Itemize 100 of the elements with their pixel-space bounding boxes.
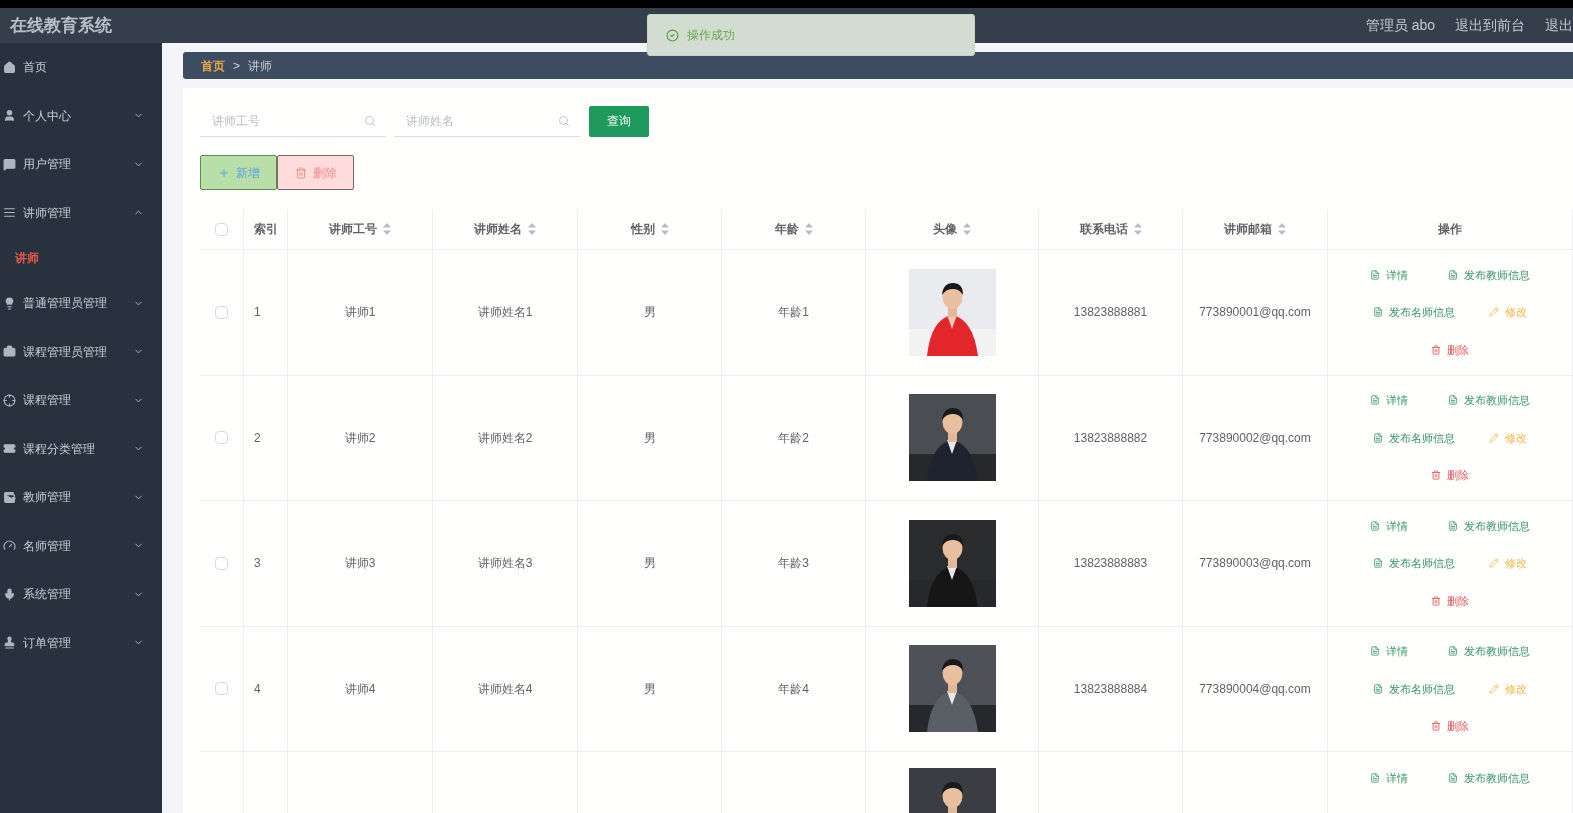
sort-icon[interactable]	[528, 223, 536, 235]
breadcrumb-link[interactable]: 首页	[201, 56, 225, 75]
row-action-link[interactable]: 详情	[1370, 266, 1408, 283]
crosshair-icon	[3, 393, 16, 407]
document-icon	[1373, 307, 1383, 318]
row-checkbox[interactable]	[215, 222, 228, 236]
sidebar-item[interactable]: 课程分类管理	[0, 424, 162, 473]
row-action-link[interactable]: 发布教师信息	[1448, 517, 1530, 534]
table-cell-text: 13823888883	[1073, 555, 1148, 573]
breadcrumb-current: 讲师	[248, 57, 272, 75]
briefcase-icon	[3, 345, 16, 359]
table-cell-text: 年龄3	[778, 555, 809, 573]
toast-message: 操作成功	[687, 27, 735, 44]
microphone-icon	[3, 587, 16, 601]
logout-link[interactable]: 退出到前台	[1455, 15, 1525, 36]
pencil-icon	[1489, 558, 1499, 569]
sidebar-item[interactable]: 讲师管理	[0, 188, 162, 237]
column-header[interactable]: 讲师工号	[329, 220, 391, 238]
document-icon	[1370, 646, 1380, 657]
table-cell-text: 4	[254, 680, 261, 698]
row-action-link[interactable]: 详情	[1370, 392, 1408, 409]
table-cell-text: 讲师1	[344, 304, 376, 322]
sidebar-item[interactable]: 课程管理	[0, 376, 162, 425]
plus-icon	[217, 166, 230, 179]
search-field[interactable]: 讲师姓名	[394, 105, 580, 137]
row-checkbox[interactable]	[215, 682, 228, 696]
sort-icon[interactable]	[1133, 223, 1142, 235]
pencil-icon	[1489, 432, 1499, 443]
sidebar-item[interactable]: 用户管理	[0, 140, 162, 189]
table-cell-text: 讲师3	[344, 555, 376, 573]
document-icon	[1373, 432, 1383, 443]
logout-link[interactable]: 退出	[1545, 15, 1573, 36]
table-cell-text: 13823888881	[1073, 304, 1148, 322]
sort-icon[interactable]	[963, 223, 971, 235]
table-cell-text: 773890004@qq.com	[1199, 680, 1311, 698]
sidebar-item[interactable]: 首页	[0, 43, 162, 92]
table-cell-text: 3	[254, 555, 261, 573]
row-action-link[interactable]: 详情	[1370, 517, 1408, 534]
row-action-link[interactable]: 发布名师信息	[1373, 304, 1455, 321]
sidebar-item[interactable]: 订单管理	[0, 618, 162, 667]
row-action-link[interactable]: 发布教师信息	[1448, 770, 1530, 787]
document-icon	[1373, 558, 1383, 569]
column-header[interactable]: 联系电话	[1079, 220, 1142, 238]
trash-icon	[1431, 595, 1441, 606]
row-checkbox[interactable]	[215, 431, 228, 445]
user-label: 管理员 abo	[1365, 16, 1435, 35]
table-cell-text: 1	[254, 304, 261, 322]
row-checkbox[interactable]	[215, 556, 228, 570]
sort-icon[interactable]	[1278, 223, 1286, 235]
sort-icon[interactable]	[660, 223, 669, 235]
row-action-link[interactable]: 删除	[1431, 592, 1469, 609]
trash-icon	[1431, 721, 1441, 732]
sidebar-item[interactable]: 个人中心	[0, 91, 162, 140]
row-action-link[interactable]: 发布名师信息	[1373, 555, 1455, 572]
column-header[interactable]: 讲师姓名	[474, 220, 536, 238]
document-icon	[1370, 773, 1380, 784]
column-header[interactable]: 年龄	[774, 220, 813, 238]
gauge-icon	[3, 539, 16, 553]
query-button[interactable]: 查询	[589, 105, 649, 137]
table-cell-text: 2	[254, 429, 261, 447]
sidebar-item[interactable]: 普通管理员管理	[0, 279, 162, 328]
row-action-link[interactable]: 发布名师信息	[1373, 429, 1455, 446]
document-icon	[1448, 395, 1458, 406]
row-action-link[interactable]: 发布名师信息	[1373, 680, 1455, 697]
row-action-link[interactable]: 删除	[1431, 341, 1469, 358]
row-action-link[interactable]: 删除	[1431, 718, 1469, 735]
document-icon	[1448, 520, 1458, 531]
column-header[interactable]: 性别	[630, 220, 669, 238]
table-cell-text: 男	[643, 555, 656, 573]
row-checkbox[interactable]	[215, 305, 228, 319]
sort-icon[interactable]	[383, 223, 391, 235]
row-action-link[interactable]: 发布教师信息	[1448, 266, 1530, 283]
sidebar-item[interactable]: 系统管理	[0, 570, 162, 619]
table-cell-text: 773890002@qq.com	[1199, 429, 1311, 447]
breadcrumb-separator: >	[233, 57, 240, 75]
table-cell-text: 13823888884	[1073, 680, 1148, 698]
row-action-link[interactable]: 发布教师信息	[1448, 643, 1530, 660]
trash-icon	[1431, 344, 1441, 355]
search-field[interactable]: 讲师工号	[200, 105, 386, 137]
sidebar-item[interactable]: 名师管理	[0, 521, 162, 570]
stamp-icon	[3, 636, 16, 650]
column-header[interactable]: 讲师邮箱	[1224, 220, 1286, 238]
sidebar-subitem[interactable]: 讲师	[0, 237, 162, 279]
column-header[interactable]: 头像	[933, 220, 971, 238]
document-icon	[1448, 773, 1458, 784]
table-cell-text: 男	[643, 304, 656, 322]
sort-icon[interactable]	[804, 223, 813, 235]
table-cell-text: 年龄1	[778, 304, 809, 322]
table-cell-text: 讲师姓名1	[477, 304, 533, 322]
sidebar-item[interactable]: 课程管理员管理	[0, 327, 162, 376]
document-icon	[1370, 520, 1380, 531]
row-action-link[interactable]: 发布教师信息	[1448, 392, 1530, 409]
home-icon	[3, 60, 16, 74]
row-action-link[interactable]: 删除	[1431, 467, 1469, 484]
pencil-icon	[1489, 683, 1499, 694]
sidebar-item[interactable]: 教师管理	[0, 473, 162, 522]
check-circle-icon	[666, 28, 679, 42]
table-cell-text: 年龄2	[778, 429, 809, 447]
row-action-link[interactable]: 详情	[1370, 770, 1408, 787]
row-action-link[interactable]: 详情	[1370, 643, 1408, 660]
